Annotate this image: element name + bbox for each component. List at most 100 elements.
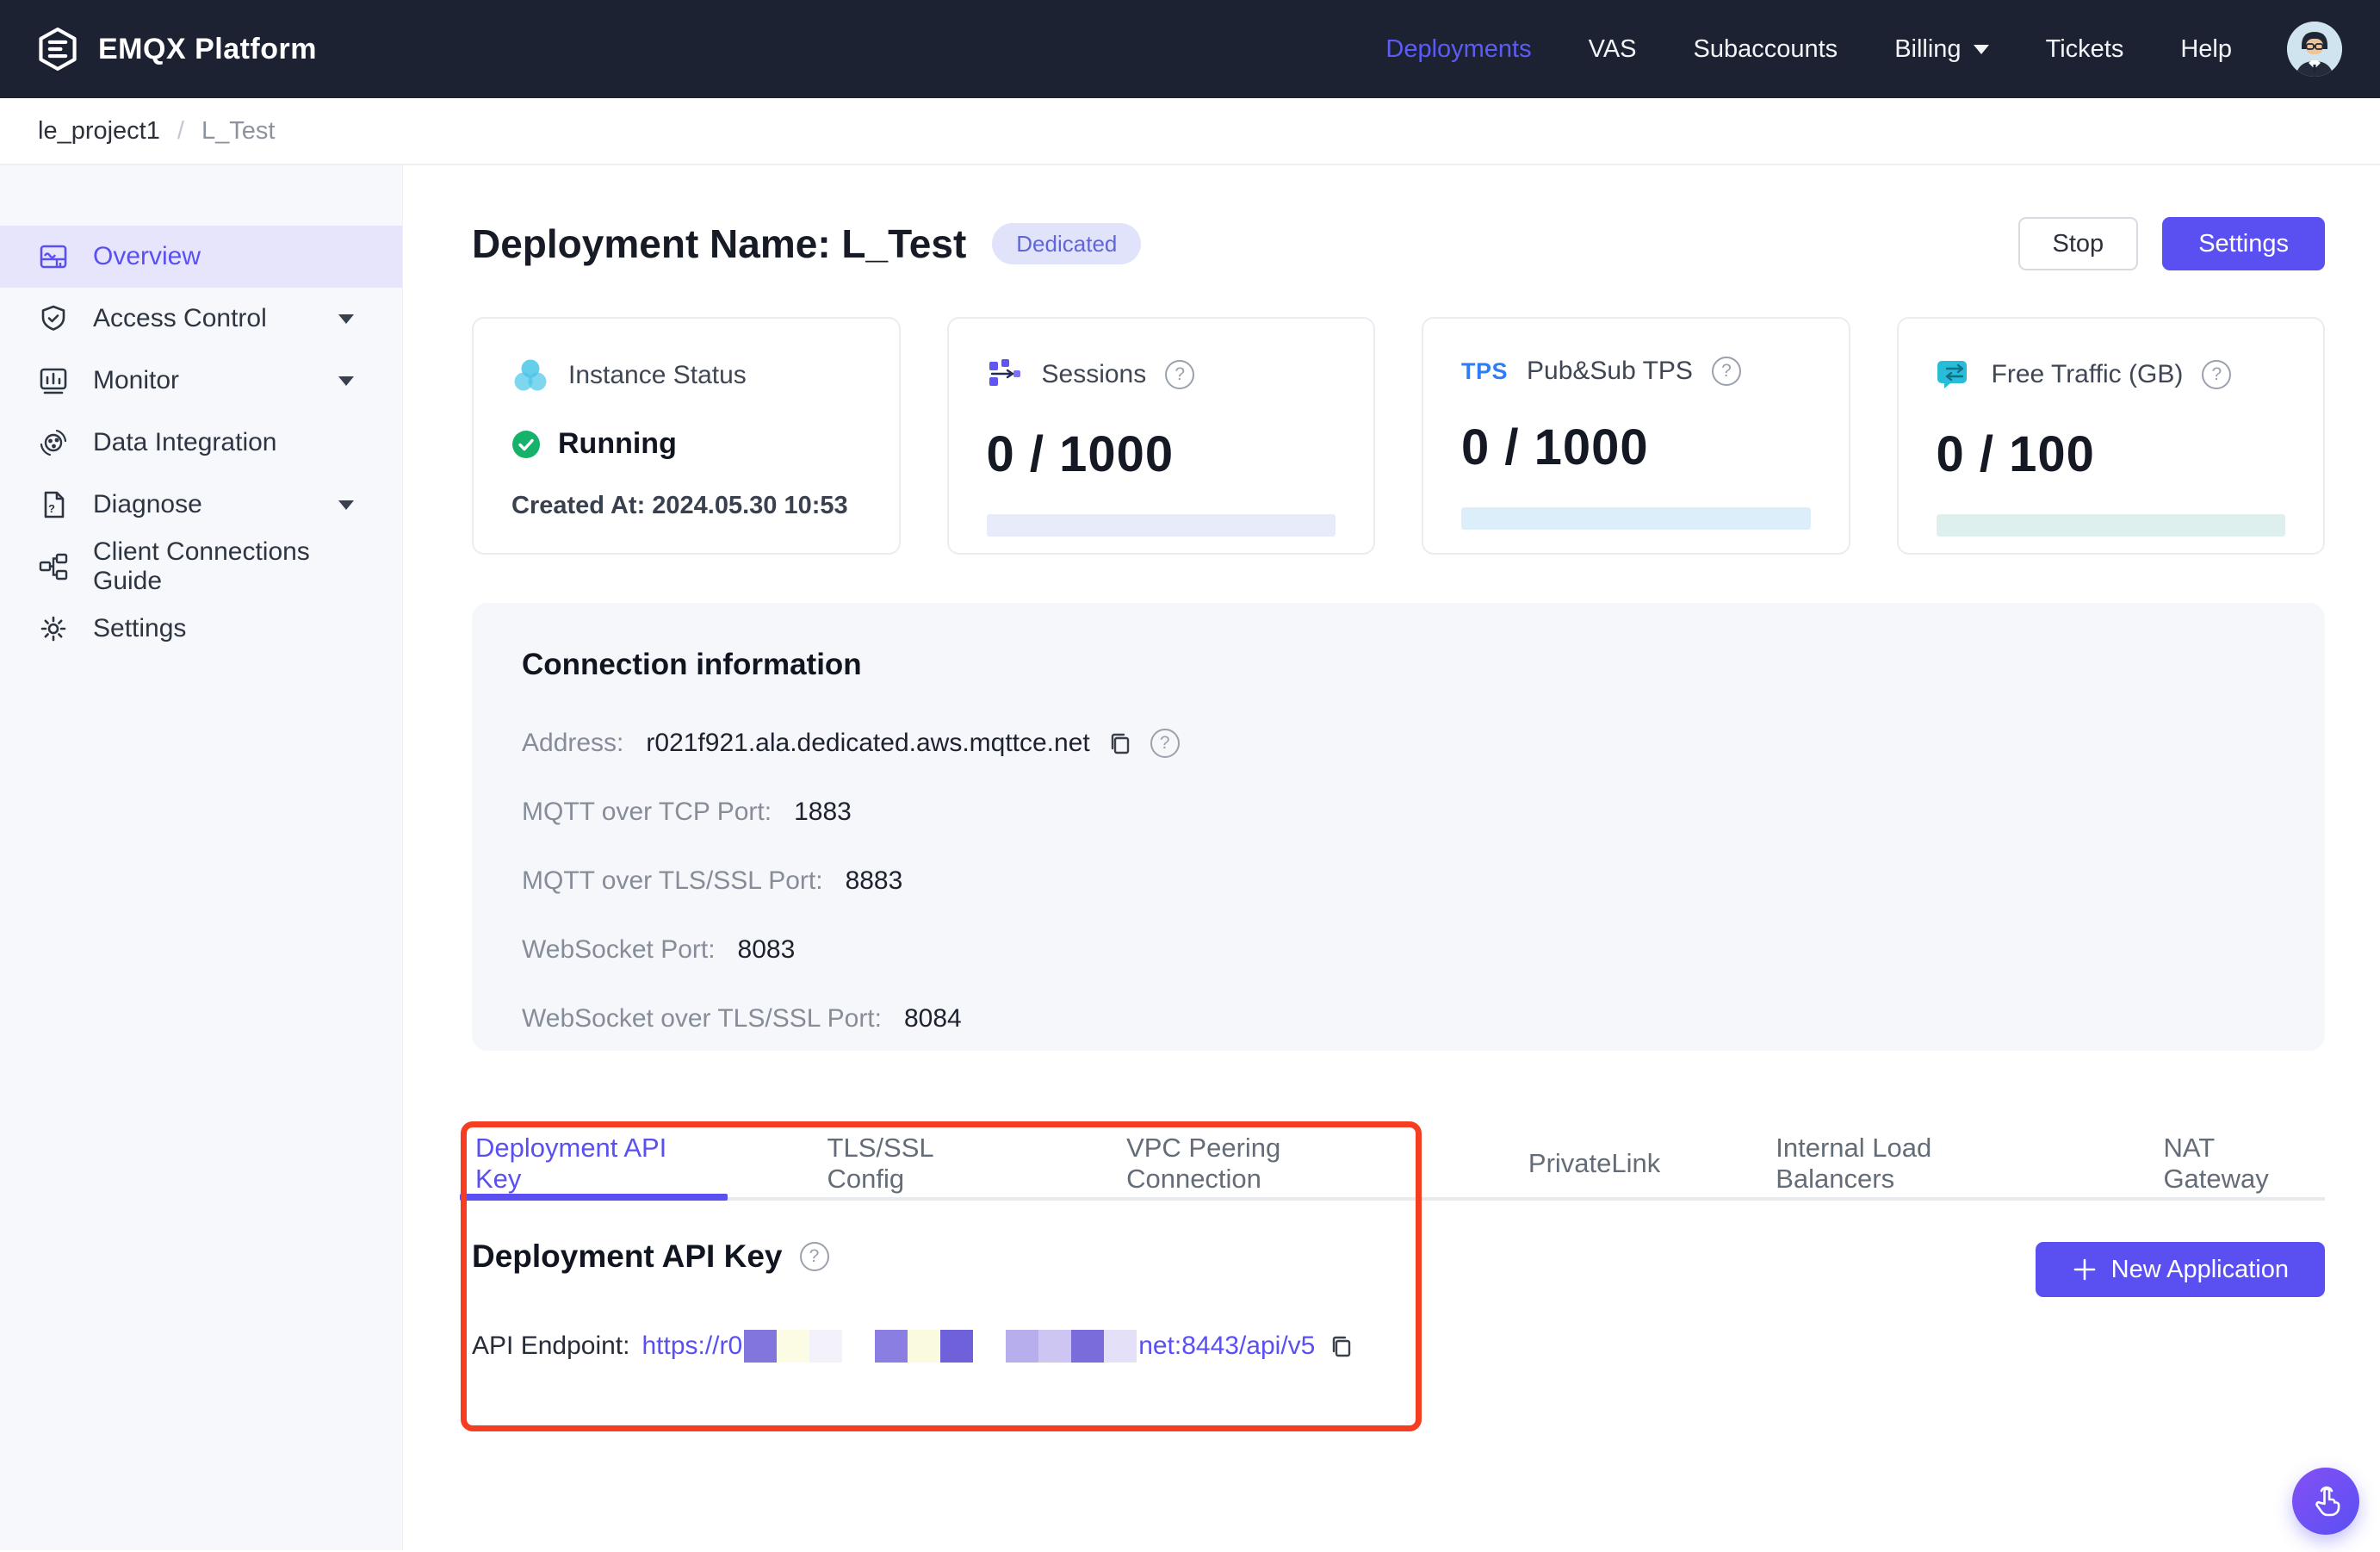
tps-progress-bar	[1461, 507, 1811, 530]
tab-deployment-api-key[interactable]: Deployment API Key	[472, 1130, 716, 1197]
breadcrumb: le_project1 / L_Test	[0, 98, 2380, 165]
nav-deployments[interactable]: Deployments	[1385, 35, 1531, 64]
shield-check-icon	[38, 303, 69, 334]
free-traffic-card: Free Traffic (GB) ? 0 / 100	[1897, 317, 2326, 555]
instance-status-value: Running	[558, 427, 677, 461]
sidebar: Overview Access Control Monitor	[0, 165, 403, 1550]
sidebar-item-label: Settings	[93, 614, 186, 643]
sessions-progress-bar	[987, 514, 1336, 537]
dedicated-badge: Dedicated	[992, 223, 1141, 264]
help-icon[interactable]: ?	[1712, 357, 1741, 386]
breadcrumb-current: L_Test	[201, 117, 275, 146]
diagnose-document-icon: ?	[38, 489, 69, 520]
help-icon[interactable]: ?	[1150, 729, 1180, 758]
nav-billing-label: Billing	[1894, 35, 1961, 64]
sessions-value: 0 / 1000	[987, 425, 1336, 483]
connection-information-card: Connection information Address: r021f921…	[472, 603, 2325, 1051]
tab-nat-gateway[interactable]: NAT Gateway	[2160, 1130, 2325, 1197]
copy-icon[interactable]	[1106, 729, 1135, 758]
top-nav-items: Deployments VAS Subaccounts Billing Tick…	[1385, 35, 2232, 64]
api-endpoint-link[interactable]: https://r0net:8443/api/v5	[641, 1330, 1315, 1363]
sidebar-item-label: Diagnose	[93, 490, 202, 519]
nav-tickets[interactable]: Tickets	[2046, 35, 2124, 64]
sidebar-item-overview[interactable]: Overview	[0, 226, 402, 288]
traffic-progress-bar	[1937, 514, 2286, 537]
sidebar-item-client-connections-guide[interactable]: Client Connections Guide	[0, 536, 402, 598]
address-value: r021f921.ala.dedicated.aws.mqttce.net	[646, 729, 1089, 758]
sessions-icon	[987, 357, 1023, 393]
sidebar-item-diagnose[interactable]: ? Diagnose	[0, 474, 402, 536]
nav-subaccounts[interactable]: Subaccounts	[1694, 35, 1838, 64]
avatar-person-icon	[2287, 22, 2342, 77]
chevron-down-icon	[338, 314, 354, 324]
plus-icon	[2072, 1257, 2098, 1282]
sidebar-item-settings[interactable]: Settings	[0, 598, 402, 660]
instance-status-label: Instance Status	[568, 361, 747, 390]
emqx-logo-icon	[38, 27, 77, 71]
connection-row-tls-port: MQTT over TLS/SSL Port: 8883	[522, 866, 2275, 896]
nav-vas[interactable]: VAS	[1589, 35, 1637, 64]
brand-name: EMQX Platform	[98, 33, 317, 66]
breadcrumb-project[interactable]: le_project1	[38, 117, 160, 146]
sidebar-item-monitor[interactable]: Monitor	[0, 350, 402, 412]
overview-icon	[38, 241, 69, 272]
connection-row-websocket-tls-port: WebSocket over TLS/SSL Port: 8084	[522, 1004, 2275, 1034]
tps-label: Pub&Sub TPS	[1527, 357, 1693, 386]
sidebar-item-data-integration[interactable]: Data Integration	[0, 412, 402, 474]
running-check-icon	[511, 430, 541, 459]
sidebar-item-label: Data Integration	[93, 428, 276, 457]
main-content: Deployment Name: L_Test Dedicated Stop S…	[403, 165, 2380, 1550]
help-icon[interactable]: ?	[2202, 360, 2231, 389]
connection-row-address: Address: r021f921.ala.dedicated.aws.mqtt…	[522, 729, 2275, 758]
data-integration-icon	[38, 427, 69, 458]
brand: EMQX Platform	[38, 27, 317, 71]
nav-help[interactable]: Help	[2180, 35, 2232, 64]
stop-button[interactable]: Stop	[2018, 217, 2139, 270]
created-at-text: Created At: 2024.05.30 10:53	[511, 492, 861, 520]
chevron-down-icon	[1974, 45, 1989, 54]
tap-finger-icon	[2308, 1483, 2344, 1519]
api-key-section-title: Deployment API Key	[472, 1238, 783, 1275]
tab-vpc-peering-connection[interactable]: VPC Peering Connection	[1123, 1130, 1416, 1197]
chevron-down-icon	[338, 376, 354, 386]
traffic-value: 0 / 100	[1937, 425, 2286, 483]
traffic-label: Free Traffic (GB)	[1992, 360, 2184, 389]
tps-text-icon: TPS	[1461, 358, 1508, 385]
traffic-bubble-icon	[1937, 357, 1973, 393]
sidebar-item-label: Monitor	[93, 366, 179, 395]
sessions-card: Sessions ? 0 / 1000	[947, 317, 1376, 555]
new-application-button[interactable]: New Application	[2036, 1242, 2325, 1297]
tab-internal-load-balancers[interactable]: Internal Load Balancers	[1772, 1130, 2051, 1197]
client-connections-icon	[38, 551, 69, 582]
monitor-chart-icon	[38, 365, 69, 396]
deployment-api-key-panel: Deployment API Key ? API Endpoint: https…	[472, 1201, 2325, 1363]
nav-billing[interactable]: Billing	[1894, 35, 1988, 64]
connection-row-tcp-port: MQTT over TCP Port: 1883	[522, 798, 2275, 827]
floating-helper-button[interactable]	[2292, 1468, 2359, 1535]
help-icon[interactable]: ?	[1165, 360, 1194, 389]
connection-information-title: Connection information	[522, 648, 2275, 682]
user-avatar[interactable]	[2287, 22, 2342, 77]
tps-value: 0 / 1000	[1461, 419, 1811, 476]
instance-cluster-icon	[511, 357, 549, 394]
top-navigation-bar: EMQX Platform Deployments VAS Subaccount…	[0, 0, 2380, 98]
sidebar-item-label: Overview	[93, 242, 201, 271]
copy-icon[interactable]	[1327, 1332, 1356, 1361]
svg-text:?: ?	[48, 502, 55, 515]
page-title: Deployment Name: L_Test	[472, 220, 966, 267]
help-icon[interactable]: ?	[800, 1242, 829, 1271]
tab-privatelink[interactable]: PrivateLink	[1525, 1130, 1664, 1197]
settings-button[interactable]: Settings	[2162, 217, 2325, 270]
gear-icon	[38, 613, 69, 644]
breadcrumb-separator: /	[177, 117, 184, 146]
tab-bar: Deployment API Key TLS/SSL Config VPC Pe…	[472, 1130, 2325, 1201]
sessions-label: Sessions	[1042, 360, 1147, 389]
tab-tls-ssl-config[interactable]: TLS/SSL Config	[824, 1130, 1015, 1197]
sidebar-item-access-control[interactable]: Access Control	[0, 288, 402, 350]
deployment-tabs-section: Deployment API Key TLS/SSL Config VPC Pe…	[472, 1130, 2325, 1363]
api-endpoint-label: API Endpoint:	[472, 1332, 629, 1361]
new-application-label: New Application	[2111, 1256, 2289, 1284]
sidebar-item-label: Access Control	[93, 304, 267, 333]
connection-row-websocket-port: WebSocket Port: 8083	[522, 935, 2275, 965]
chevron-down-icon	[338, 500, 354, 510]
